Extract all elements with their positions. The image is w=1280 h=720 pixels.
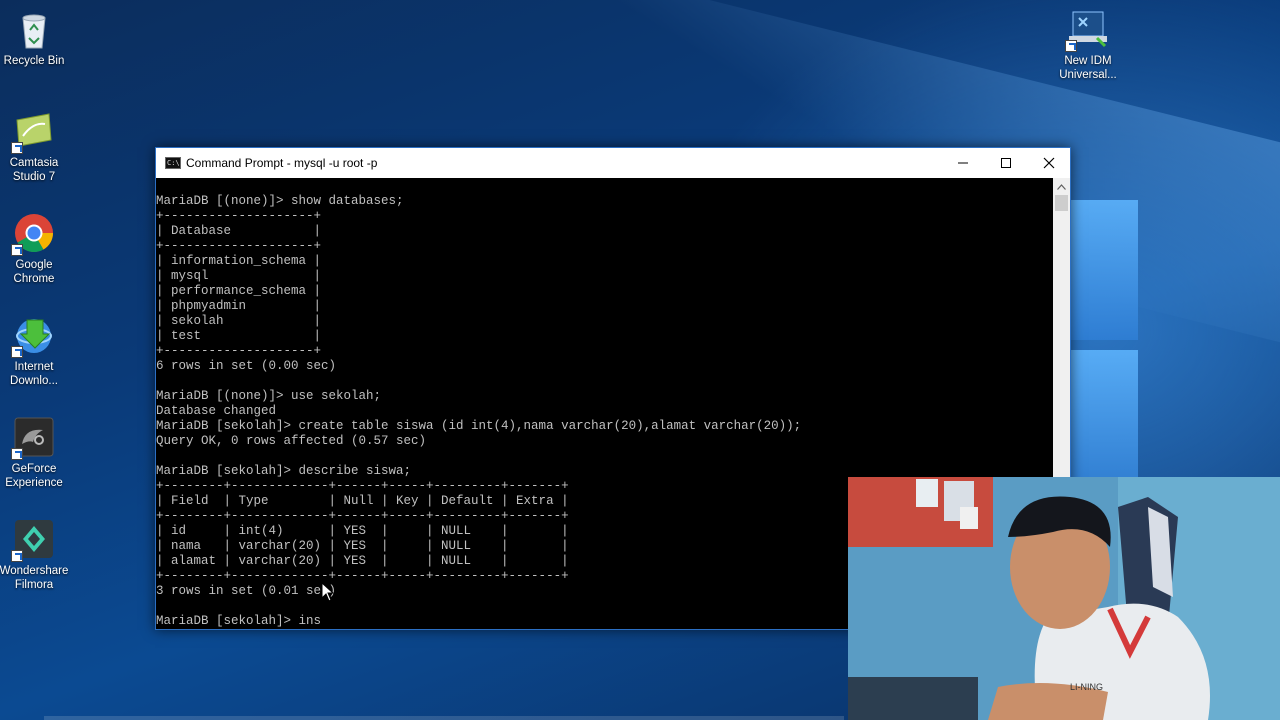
webcam-person-image: LI-NING — [848, 477, 1280, 720]
terminal-line: | phpmyadmin | — [156, 299, 322, 313]
desktop-icon-label: Camtasia Studio 7 — [9, 157, 59, 183]
desktop-icon-idm[interactable]: Internet Downlo... — [0, 314, 70, 388]
cmd-icon: C:\ — [165, 157, 181, 169]
terminal-line: | performance_schema | — [156, 284, 322, 298]
desktop-icon-label: GeForce Experience — [5, 463, 63, 489]
scroll-up-button[interactable] — [1053, 178, 1070, 195]
desktop-icon-filmora[interactable]: Wondershare Filmora — [0, 518, 70, 592]
idm-universal-icon — [1065, 8, 1109, 52]
webcam-overlay: LI-NING — [848, 477, 1280, 720]
filmora-icon — [11, 518, 55, 562]
camtasia-icon — [11, 110, 55, 154]
minimize-icon — [957, 162, 968, 164]
terminal-line: | test | — [156, 329, 322, 343]
terminal-line: MariaDB [sekolah]> create table siswa (i… — [156, 419, 802, 433]
terminal-line: MariaDB [(none)]> use sekolah; — [156, 389, 382, 403]
desktop-icon-geforce[interactable]: GeForce Experience — [0, 416, 70, 490]
desktop-icon-idm-universal[interactable]: New IDM Universal... — [1052, 8, 1124, 82]
recycle-bin-icon — [13, 8, 55, 50]
maximize-button[interactable] — [984, 148, 1027, 178]
windows-logo — [1070, 200, 1150, 520]
terminal-line: +--------------------+ — [156, 344, 322, 358]
taskbar-edge — [44, 716, 844, 720]
scroll-thumb[interactable] — [1055, 195, 1068, 211]
close-button[interactable] — [1027, 148, 1070, 178]
desktop-icon-recycle-bin[interactable]: Recycle Bin — [0, 8, 70, 68]
mouse-cursor-icon — [321, 582, 335, 602]
chevron-up-icon — [1057, 183, 1066, 190]
desktop-icon-label: Google Chrome — [13, 259, 55, 285]
terminal-line: 6 rows in set (0.00 sec) — [156, 359, 337, 373]
shirt-text: LI-NING — [1070, 682, 1103, 692]
terminal-line: | sekolah | — [156, 314, 322, 328]
desktop-icon-label: Wondershare Filmora — [0, 565, 69, 591]
window-title: Command Prompt - mysql -u root -p — [186, 156, 378, 170]
desktop-icon-chrome[interactable]: Google Chrome — [0, 212, 70, 286]
terminal-line: | information_schema | — [156, 254, 322, 268]
title-bar[interactable]: C:\ Command Prompt - mysql -u root -p — [156, 148, 1070, 178]
chrome-icon — [11, 212, 55, 256]
minimize-button[interactable] — [941, 148, 984, 178]
desktop-icon-label: Internet Downlo... — [10, 361, 58, 387]
close-icon — [1043, 157, 1054, 169]
terminal-line: +--------------------+ — [156, 209, 322, 223]
terminal-line: Database changed — [156, 404, 277, 418]
desktop-icon-label: New IDM Universal... — [1059, 55, 1117, 81]
idm-icon — [11, 314, 55, 358]
terminal-line: +--------------------+ — [156, 239, 322, 253]
terminal-line: Query OK, 0 rows affected (0.57 sec) — [156, 434, 427, 448]
terminal-line: | mysql | — [156, 269, 322, 283]
desktop-icon-label: Recycle Bin — [3, 55, 65, 67]
geforce-icon — [11, 416, 55, 460]
terminal-line: MariaDB [(none)]> show databases; — [156, 194, 404, 208]
terminal-line: | Database | — [156, 224, 322, 238]
desktop-icon-camtasia[interactable]: Camtasia Studio 7 — [0, 110, 70, 184]
maximize-icon — [1000, 158, 1011, 168]
